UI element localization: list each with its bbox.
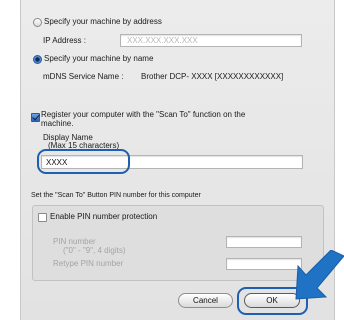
retype-pin-field[interactable] [226,258,302,270]
retype-pin-label: Retype PIN number [53,259,124,268]
pointer-arrow-icon [295,250,344,300]
register-checkbox[interactable] [31,113,40,122]
scan-to-dialog: Specify your machine by address IP Addre… [20,0,335,320]
pin-protection-label: Enable PIN number protection [50,212,158,221]
cancel-button[interactable]: Cancel [178,293,233,308]
display-name-callout [37,149,130,174]
pin-number-field[interactable] [226,236,302,248]
name-radio[interactable] [33,55,42,64]
mdns-service-label: mDNS Service Name : [43,72,124,81]
ip-address-label: IP Address : [43,36,86,45]
address-radio-label: Specify your machine by address [44,17,162,26]
register-label-line1: Register your computer with the "Scan To… [41,110,246,119]
ip-address-placeholder: XXX.XXX.XXX.XXX [127,36,198,45]
pin-number-hint: ("0" - "9", 4 digits) [63,246,126,255]
register-label-line2: machine. [41,119,74,128]
address-radio[interactable] [33,18,42,27]
pin-protection-checkbox[interactable] [38,213,47,222]
pin-group: Enable PIN number protection PIN number … [32,205,324,281]
name-radio-label: Specify your machine by name [44,54,154,63]
pin-section-title: Set the "Scan To" Button PIN number for … [31,192,201,199]
mdns-service-value: Brother DCP- XXXX [XXXXXXXXXXXX] [141,72,284,81]
pin-number-label: PIN number [53,237,96,246]
ip-address-field[interactable]: XXX.XXX.XXX.XXX [120,34,302,47]
